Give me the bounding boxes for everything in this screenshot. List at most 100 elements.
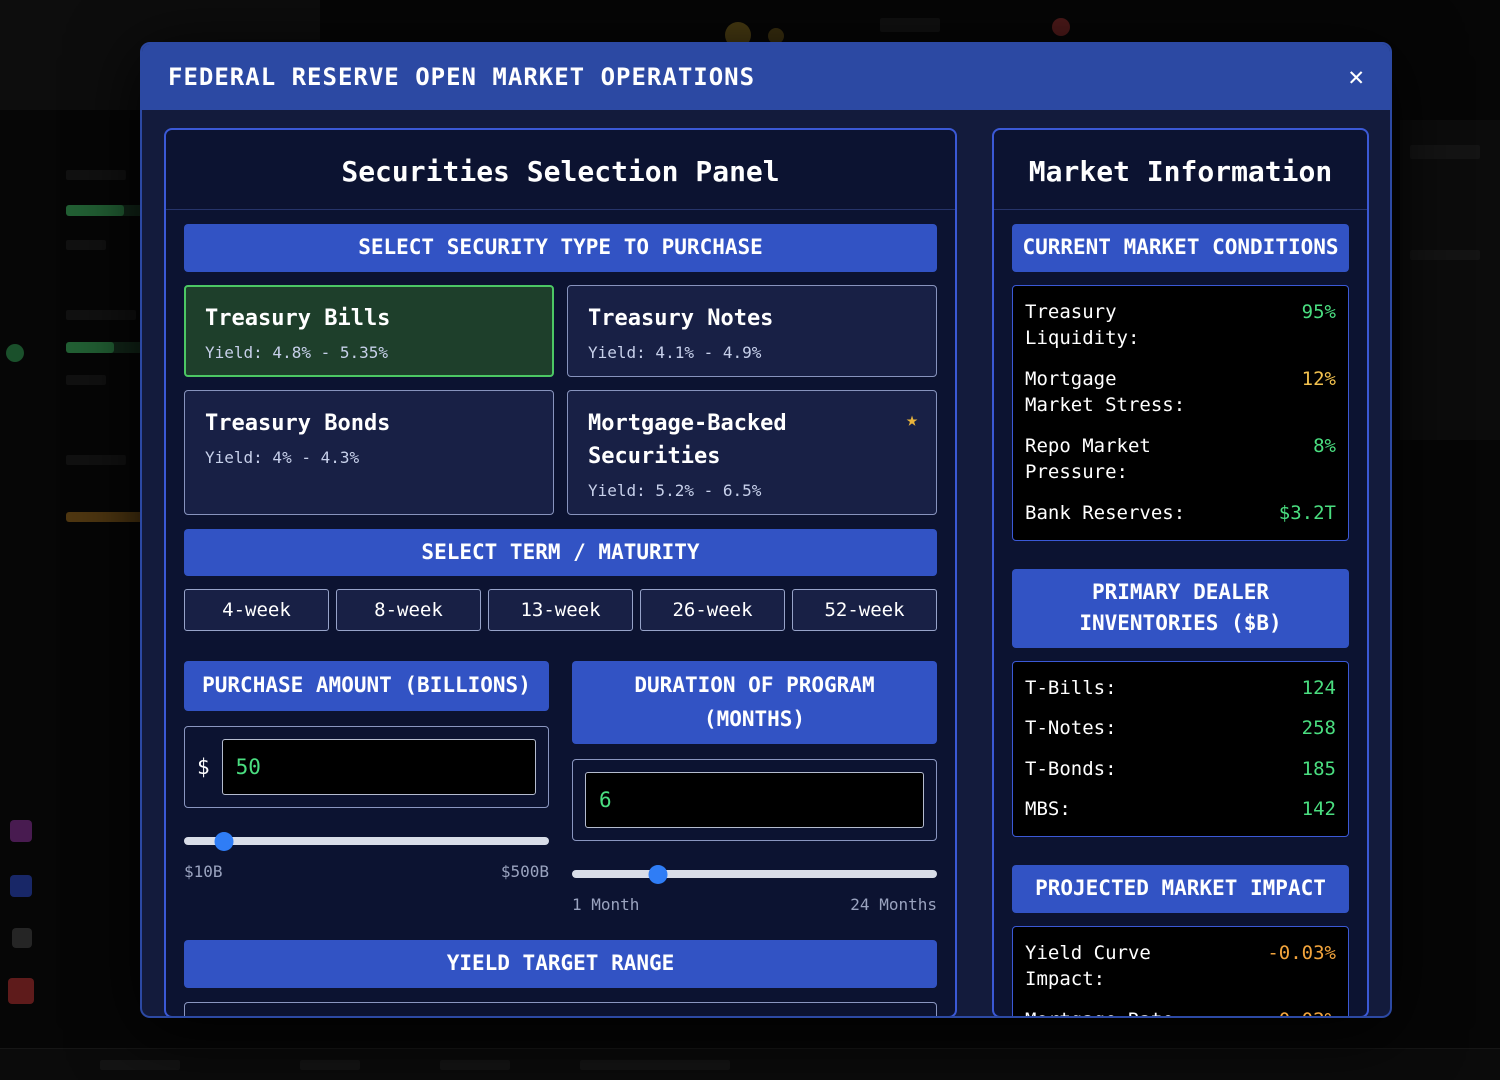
security-yield: Yield: 4% - 4.3% (205, 448, 533, 467)
term-button-8-week[interactable]: 8-week (336, 589, 481, 631)
modal-header: FEDERAL RESERVE OPEN MARKET OPERATIONS ✕ (142, 44, 1390, 110)
securities-panel-title: Securities Selection Panel (166, 130, 955, 210)
impact-value: -0.03% (1267, 940, 1336, 967)
market-impact-box: Yield Curve Impact: -0.03% Mortgage Rate… (1012, 926, 1349, 1018)
background-artifact (66, 240, 106, 250)
market-condition-row: Repo Market Pressure: 8% (1025, 426, 1336, 493)
slider-thumb[interactable] (648, 865, 667, 884)
dealer-inventories-box: T-Bills: 124 T-Notes: 258 T-Bonds: 185 M… (1012, 661, 1349, 837)
condition-value: 12% (1302, 366, 1336, 393)
purchase-amount-column: PURCHASE AMOUNT (BILLIONS) $ $10B $500B (184, 661, 549, 881)
security-yield: Yield: 5.2% - 6.5% (588, 481, 916, 500)
slider-thumb[interactable] (215, 832, 234, 851)
inventory-label: T-Bills: (1025, 675, 1190, 702)
condition-value: $3.2T (1279, 500, 1336, 527)
market-impact-header: PROJECTED MARKET IMPACT (1012, 865, 1349, 913)
purchase-amount-input-group: $ (184, 726, 549, 808)
background-artifact (66, 375, 106, 385)
market-panel-content: CURRENT MARKET CONDITIONS Treasury Liqui… (994, 224, 1367, 1018)
close-button[interactable]: ✕ (1348, 64, 1364, 90)
duration-input-group (572, 759, 937, 841)
security-cards-grid: Treasury Bills Yield: 4.8% - 5.35% Treas… (184, 285, 937, 515)
market-condition-row: Treasury Liquidity: 95% (1025, 292, 1336, 359)
background-artifact (66, 512, 146, 522)
background-artifact (66, 170, 126, 180)
background-artifact (440, 1060, 510, 1070)
dealer-inventories-header: PRIMARY DEALER INVENTORIES ($B) (1012, 569, 1349, 648)
background-artifact (66, 310, 136, 320)
security-name: Mortgage-Backed Securities (588, 407, 828, 473)
term-button-52-week[interactable]: 52-week (792, 589, 937, 631)
security-card-treasury-bills[interactable]: Treasury Bills Yield: 4.8% - 5.35% (184, 285, 554, 377)
fed-open-market-operations-modal: FEDERAL RESERVE OPEN MARKET OPERATIONS ✕… (140, 42, 1392, 1018)
inventory-row: T-Notes: 258 (1025, 708, 1336, 749)
market-conditions-header: CURRENT MARKET CONDITIONS (1012, 224, 1349, 272)
yield-range-group: to % (184, 1002, 937, 1018)
background-artifact (66, 455, 126, 465)
security-yield: Yield: 4.1% - 4.9% (588, 343, 916, 362)
security-yield: Yield: 4.8% - 5.35% (205, 343, 533, 362)
slider-min-label: $10B (184, 862, 223, 881)
background-artifact (10, 875, 32, 897)
background-artifact (66, 205, 124, 216)
inventory-value: 185 (1302, 756, 1336, 783)
duration-slider[interactable] (572, 865, 937, 884)
background-taskbar (0, 1048, 1500, 1080)
purchase-amount-header: PURCHASE AMOUNT (BILLIONS) (184, 661, 549, 711)
yield-to-input[interactable] (579, 1017, 691, 1018)
yield-from-input[interactable] (394, 1017, 506, 1018)
market-panel-title: Market Information (994, 130, 1367, 210)
yield-target-section-header: YIELD TARGET RANGE (184, 940, 937, 988)
condition-label: Repo Market Pressure: (1025, 433, 1190, 486)
inventory-label: T-Bonds: (1025, 756, 1190, 783)
impact-label: Yield Curve Impact: (1025, 940, 1190, 993)
inventory-value: 142 (1302, 796, 1336, 823)
background-artifact (12, 928, 32, 948)
background-artifact (300, 1060, 360, 1070)
inventory-label: T-Notes: (1025, 715, 1190, 742)
security-card-mortgage-backed-securities[interactable]: ★ Mortgage-Backed Securities Yield: 5.2%… (567, 390, 937, 515)
purchase-amount-input[interactable] (222, 739, 536, 795)
impact-row: Yield Curve Impact: -0.03% (1025, 933, 1336, 1000)
duration-header: DURATION OF PROGRAM (MONTHS) (572, 661, 937, 744)
market-condition-row: Bank Reserves: $3.2T (1025, 493, 1336, 534)
background-artifact (6, 344, 24, 362)
term-button-4-week[interactable]: 4-week (184, 589, 329, 631)
securities-selection-panel: Securities Selection Panel SELECT SECURI… (164, 128, 957, 1018)
impact-row: Mortgage Rate 0.02% (1025, 1000, 1336, 1018)
term-buttons-row: 4-week 8-week 13-week 26-week 52-week (184, 589, 937, 631)
inventory-value: 258 (1302, 715, 1336, 742)
background-artifact (100, 1060, 180, 1070)
security-card-treasury-notes[interactable]: Treasury Notes Yield: 4.1% - 4.9% (567, 285, 937, 377)
term-button-26-week[interactable]: 26-week (640, 589, 785, 631)
modal-title: FEDERAL RESERVE OPEN MARKET OPERATIONS (168, 63, 755, 91)
security-card-treasury-bonds[interactable]: Treasury Bonds Yield: 4% - 4.3% (184, 390, 554, 515)
background-artifact (66, 342, 114, 353)
term-button-13-week[interactable]: 13-week (488, 589, 633, 631)
modal-body: Securities Selection Panel SELECT SECURI… (142, 110, 1390, 1018)
background-artifact (1400, 120, 1500, 440)
slider-max-label: $500B (501, 862, 549, 881)
condition-label: Bank Reserves: (1025, 500, 1190, 527)
securities-panel-content: SELECT SECURITY TYPE TO PURCHASE Treasur… (166, 224, 955, 1018)
condition-label: Treasury Liquidity: (1025, 299, 1190, 352)
market-condition-row: Mortgage Market Stress: 12% (1025, 359, 1336, 426)
purchase-slider-labels: $10B $500B (184, 862, 549, 881)
condition-value: 8% (1313, 433, 1336, 460)
security-name: Treasury Bills (205, 302, 533, 335)
background-artifact (10, 820, 32, 842)
duration-input[interactable] (585, 772, 924, 828)
slider-track (572, 870, 937, 878)
security-name: Treasury Notes (588, 302, 916, 335)
market-conditions-box: Treasury Liquidity: 95% Mortgage Market … (1012, 285, 1349, 541)
market-information-panel: Market Information CURRENT MARKET CONDIT… (992, 128, 1369, 1018)
duration-column: DURATION OF PROGRAM (MONTHS) 1 Month 24 … (572, 661, 937, 914)
impact-value: 0.02% (1279, 1007, 1336, 1018)
purchase-amount-slider[interactable] (184, 832, 549, 851)
star-icon: ★ (906, 407, 918, 431)
background-artifact (8, 978, 34, 1004)
slider-max-label: 24 Months (850, 895, 937, 914)
duration-slider-labels: 1 Month 24 Months (572, 895, 937, 914)
background-artifact (1410, 145, 1480, 159)
security-name: Treasury Bonds (205, 407, 533, 440)
